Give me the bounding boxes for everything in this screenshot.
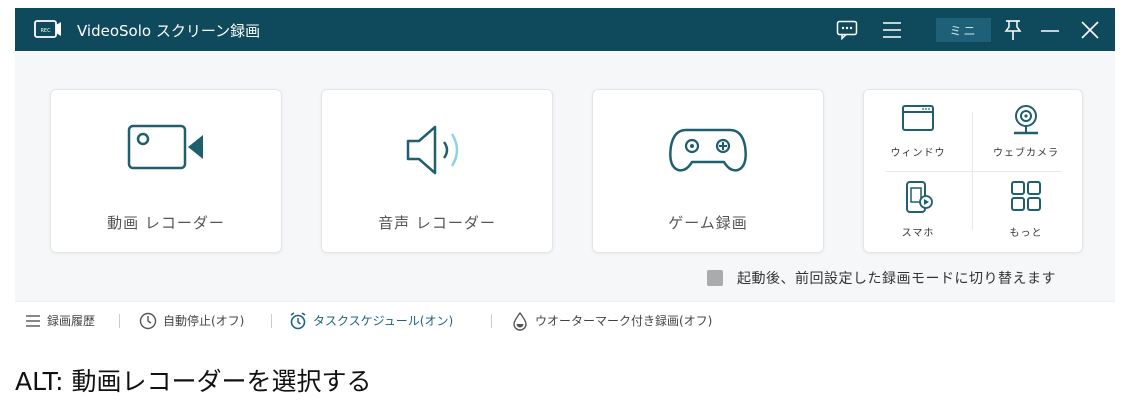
auto-switch-checkbox[interactable] [707,270,723,286]
separator [491,314,492,328]
more-modes-card: ウィンドウ ウェブカメラ スマホ もっと [863,89,1083,253]
pin-button[interactable] [1000,17,1026,43]
menu-button[interactable] [879,17,905,43]
video-recorder-card[interactable]: 動画 レコーダー [50,89,282,253]
bottom-toolbar: 録画履歴 自動停止(オフ) タスクスケジュール(オン) ウオーターマーク付き録画… [15,301,1115,338]
grid-icon [972,180,1080,214]
pin-icon [1004,20,1022,40]
minimize-icon [1041,30,1059,32]
auto-switch-label: 起動後、前回設定した録画モードに切り替えます [737,271,1056,287]
water-drop-icon [513,311,527,331]
separator [271,314,272,328]
app-window: REC VideoSolo スクリーン録画 ミニ 動画 レコーダー 音声 レコー… [15,8,1115,338]
auto-switch-option[interactable]: 起動後、前回設定した録画モードに切り替えます [707,267,1056,289]
auto-stop-button[interactable]: 自動停止(オフ) [139,302,244,338]
chat-icon [836,20,858,40]
window-recorder-option[interactable]: ウィンドウ [864,92,972,172]
game-recorder-card[interactable]: ゲーム録画 [592,89,824,253]
watermark-label: ウオーターマーク付き録画(オフ) [535,314,713,328]
alarm-clock-icon [290,311,306,329]
mini-mode-button[interactable]: ミニ [936,18,991,42]
auto-stop-label: 自動停止(オフ) [163,314,245,328]
webcam-recorder-option[interactable]: ウェブカメラ [972,92,1080,172]
watermark-button[interactable]: ウオーターマーク付き録画(オフ) [511,302,712,338]
phone-label: スマホ [901,228,935,239]
history-button[interactable]: 録画履歴 [25,302,95,338]
video-recorder-label: 動画 レコーダー [107,214,225,232]
close-button[interactable] [1077,17,1103,43]
task-schedule-label: タスクスケジュール(オン) [313,314,454,328]
game-recorder-label: ゲーム録画 [668,214,748,232]
minimize-button[interactable] [1037,17,1063,43]
phone-icon [864,180,972,214]
rec-logo-icon: REC [34,20,61,38]
list-icon [26,314,40,327]
alt-caption: ALT: 動画レコーダーを選択する [15,367,372,396]
window-icon [864,104,972,138]
audio-recorder-card[interactable]: 音声 レコーダー [321,89,553,253]
close-icon [1081,21,1099,39]
webcam-label: ウェブカメラ [993,148,1059,159]
hamburger-icon [883,22,901,38]
audio-recorder-label: 音声 レコーダー [378,214,496,232]
rec-logo-text: REC [40,28,51,34]
phone-recorder-option[interactable]: スマホ [864,172,972,252]
more-options-option[interactable]: もっと [972,172,1080,252]
speaker-icon [322,122,552,182]
webcam-icon [972,104,1080,138]
separator [119,314,120,328]
clock-icon [139,312,157,329]
window-label: ウィンドウ [890,148,946,159]
history-label: 録画履歴 [47,314,96,328]
feedback-button[interactable] [834,17,860,43]
gamepad-icon [593,122,823,182]
video-camera-icon [51,122,281,182]
title-bar: REC VideoSolo スクリーン録画 ミニ [15,8,1115,51]
more-label: もっと [1009,228,1043,239]
app-title: VideoSolo スクリーン録画 [77,22,261,40]
task-schedule-button[interactable]: タスクスケジュール(オン) [289,302,453,338]
